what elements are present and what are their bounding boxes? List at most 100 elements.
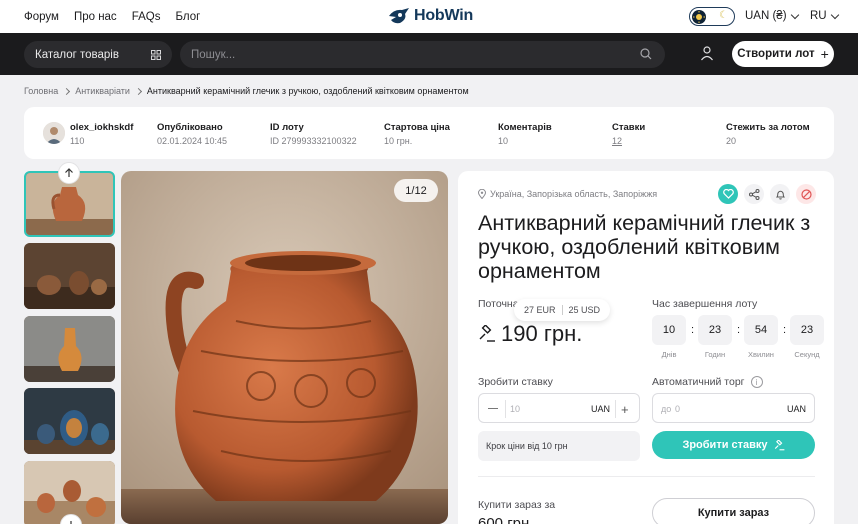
thumbnail-3[interactable] bbox=[24, 316, 115, 382]
auto-bid-prefix: до bbox=[661, 404, 672, 414]
arrow-down-icon bbox=[70, 521, 72, 524]
chevron-right-icon bbox=[63, 87, 71, 95]
auto-bid-label: Автоматичний торг i bbox=[652, 376, 763, 388]
timer-separator: : bbox=[691, 324, 695, 336]
bids-info: Ставки 12 bbox=[612, 122, 645, 146]
lot-id-value: ID 279993332100322 bbox=[270, 136, 357, 146]
bid-amount-stepper[interactable]: 10 UAN + bbox=[478, 393, 640, 423]
published-label: Опубліковано bbox=[157, 122, 223, 133]
nav-link-about[interactable]: Про нас bbox=[74, 11, 117, 23]
info-icon[interactable]: i bbox=[750, 376, 763, 388]
start-price-info: Стартова ціна 10 грн. bbox=[384, 122, 450, 146]
share-icon bbox=[748, 188, 759, 200]
nav-link-blog[interactable]: Блог bbox=[175, 11, 200, 23]
divider bbox=[615, 400, 616, 418]
lot-id-info: ID лоту ID 279993332100322 bbox=[270, 122, 357, 146]
watchers-label: Стежить за лотом bbox=[726, 122, 810, 133]
bid-step-note: Крок ціни від 10 грн bbox=[478, 431, 640, 461]
report-button[interactable] bbox=[796, 184, 816, 204]
bid-amount-placeholder[interactable]: 10 bbox=[510, 404, 520, 414]
watchers-value: 20 bbox=[726, 136, 737, 146]
heart-icon bbox=[722, 189, 734, 199]
breadcrumb: Головна Антикваріати Антикварний кераміч… bbox=[24, 86, 469, 96]
catalog-button[interactable]: Каталог товарів bbox=[24, 41, 172, 68]
image-counter: 1/12 bbox=[394, 179, 438, 202]
currency-select[interactable]: UAN (₴) bbox=[745, 10, 799, 22]
lot-details-panel: Україна, Запорізька область, Запоріжжя А… bbox=[458, 171, 834, 524]
thumbnail-2[interactable] bbox=[24, 243, 115, 309]
seller-rating: 110 bbox=[70, 136, 85, 146]
lot-title: Антикварний керамічний глечик з ручкою, … bbox=[478, 211, 811, 283]
toolbar: Каталог товарів Пошук... Створити лот + bbox=[0, 33, 858, 75]
timer-days-value: 10 bbox=[652, 315, 686, 345]
auto-bid-label-text: Автоматичний торг bbox=[652, 376, 745, 388]
plus-button[interactable]: + bbox=[621, 402, 629, 417]
grid-icon bbox=[151, 50, 161, 60]
auto-bid-placeholder: 0 bbox=[675, 404, 681, 414]
place-bid-button[interactable]: Зробити ставку bbox=[652, 431, 815, 459]
nav-links: Форум Про нас FAQs Блог bbox=[24, 0, 200, 33]
timer-days: 10 Днів bbox=[652, 315, 686, 359]
top-nav: Форум Про нас FAQs Блог HobWin ☾ UAN (₴)… bbox=[0, 0, 858, 33]
create-lot-button[interactable]: Створити лот + bbox=[732, 41, 834, 67]
timer-seconds: 23 Секунд bbox=[790, 315, 824, 359]
logo[interactable]: HobWin bbox=[388, 5, 473, 27]
minus-button[interactable] bbox=[488, 408, 498, 409]
breadcrumb-category[interactable]: Антикваріати bbox=[75, 86, 130, 96]
nav-link-forum[interactable]: Форум bbox=[24, 11, 59, 23]
logo-text: HobWin bbox=[414, 7, 474, 24]
thumbnail-4[interactable] bbox=[24, 388, 115, 454]
buy-now-button[interactable]: Купити зараз bbox=[652, 498, 815, 524]
avatar[interactable] bbox=[43, 122, 65, 144]
share-button[interactable] bbox=[744, 184, 764, 204]
comments-info: Коментарів 10 bbox=[498, 122, 552, 146]
nav-link-faqs[interactable]: FAQs bbox=[132, 11, 161, 23]
current-price-label: Поточна bbox=[478, 298, 519, 310]
lot-id-label: ID лоту bbox=[270, 122, 304, 133]
auto-bid-currency: UAN bbox=[786, 404, 806, 414]
timer-hours-value: 23 bbox=[698, 315, 732, 345]
comments-value: 10 bbox=[498, 136, 509, 146]
gavel-icon bbox=[774, 439, 784, 450]
auto-bid-input[interactable]: до 0 UAN bbox=[652, 393, 815, 423]
user-icon[interactable] bbox=[700, 45, 714, 61]
timer-seconds-value: 23 bbox=[790, 315, 824, 345]
price-eur: 27 EUR bbox=[524, 305, 556, 315]
divider bbox=[505, 400, 506, 418]
start-price-value: 10 грн. bbox=[384, 136, 413, 146]
bid-currency: UAN bbox=[591, 404, 611, 414]
notify-button[interactable] bbox=[770, 184, 790, 204]
location-text: Україна, Запорізька область, Запоріжжя bbox=[490, 189, 658, 199]
price-usd: 25 USD bbox=[568, 305, 601, 315]
catalog-label: Каталог товарів bbox=[35, 48, 119, 61]
favorite-button[interactable] bbox=[718, 184, 738, 204]
timer-days-label: Днів bbox=[661, 350, 677, 359]
block-icon bbox=[800, 188, 812, 200]
timer-minutes: 54 Хвилин bbox=[744, 315, 778, 359]
language-select[interactable]: RU bbox=[810, 10, 839, 22]
thumbnail-strip bbox=[24, 162, 116, 524]
bell-icon bbox=[775, 190, 785, 199]
search-icon[interactable] bbox=[640, 48, 652, 60]
breadcrumb-home[interactable]: Головна bbox=[24, 86, 58, 96]
bids-value[interactable]: 12 bbox=[612, 136, 645, 146]
thumbnails-up-button[interactable] bbox=[58, 162, 80, 184]
search-input[interactable]: Пошук... bbox=[180, 41, 665, 68]
buy-now-price: 600 грн. bbox=[478, 515, 534, 524]
seller-info[interactable]: olex_iokhskdf 110 bbox=[70, 122, 133, 146]
place-bid-label: Зробити ставку bbox=[682, 439, 768, 451]
divider bbox=[561, 305, 563, 315]
chevron-down-icon bbox=[790, 10, 799, 19]
main-product-image[interactable] bbox=[121, 171, 448, 524]
comments-label: Коментарів bbox=[498, 122, 552, 133]
seller-name: olex_iokhskdf bbox=[70, 122, 134, 133]
countdown-timer: 10 Днів : 23 Годин : 54 Хвилин : 23 Секу… bbox=[652, 315, 824, 359]
sun-icon bbox=[692, 9, 706, 24]
theme-toggle[interactable]: ☾ bbox=[689, 7, 735, 26]
bid-label: Зробити ставку bbox=[478, 376, 553, 388]
currency-value: UAN (₴) bbox=[745, 10, 787, 22]
start-price-label: Стартова ціна bbox=[384, 122, 450, 133]
lot-actions bbox=[718, 184, 816, 204]
chevron-right-icon bbox=[134, 87, 142, 95]
lot-info-card: olex_iokhskdf 110 Опубліковано 02.01.202… bbox=[24, 107, 834, 159]
